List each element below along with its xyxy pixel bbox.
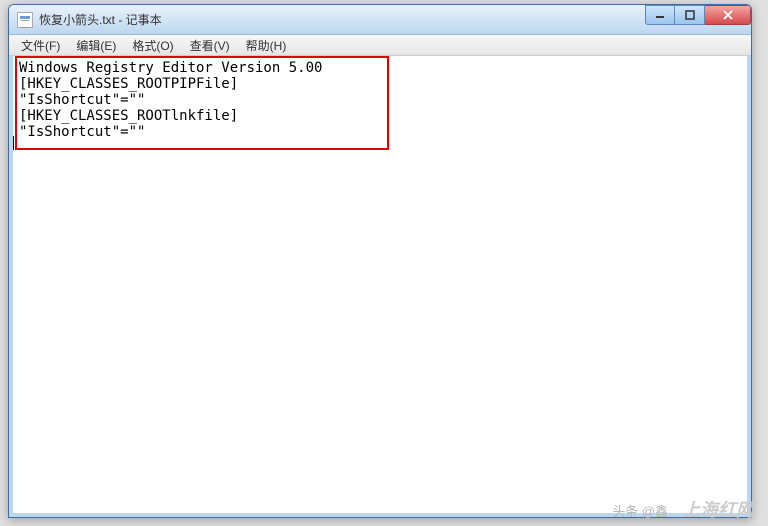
titlebar[interactable]: 恢复小箭头.txt - 记事本 xyxy=(9,5,751,35)
text-cursor xyxy=(13,136,14,150)
menubar: 文件(F) 编辑(E) 格式(O) 查看(V) 帮助(H) xyxy=(9,35,751,56)
menu-format[interactable]: 格式(O) xyxy=(124,35,181,56)
menu-edit[interactable]: 编辑(E) xyxy=(68,35,124,56)
notepad-icon xyxy=(17,12,33,28)
watermark-prefix: 头条 @鑫 xyxy=(612,501,668,520)
menu-view[interactable]: 查看(V) xyxy=(182,35,238,56)
menu-help[interactable]: 帮助(H) xyxy=(238,35,295,56)
notepad-window: 恢复小箭头.txt - 记事本 文件(F) 编辑(E) 格式(O) 查看(V) … xyxy=(8,4,752,518)
maximize-button[interactable] xyxy=(675,5,705,25)
window-controls xyxy=(645,5,751,25)
watermark-suffix: 上海红网 xyxy=(682,496,754,522)
editor-text[interactable]: Windows Registry Editor Version 5.00 [HK… xyxy=(19,60,741,140)
content-area[interactable]: Windows Registry Editor Version 5.00 [HK… xyxy=(9,56,751,517)
window-title: 恢复小箭头.txt - 记事本 xyxy=(39,11,645,28)
close-button[interactable] xyxy=(705,5,751,25)
minimize-button[interactable] xyxy=(645,5,675,25)
menu-file[interactable]: 文件(F) xyxy=(13,35,68,56)
